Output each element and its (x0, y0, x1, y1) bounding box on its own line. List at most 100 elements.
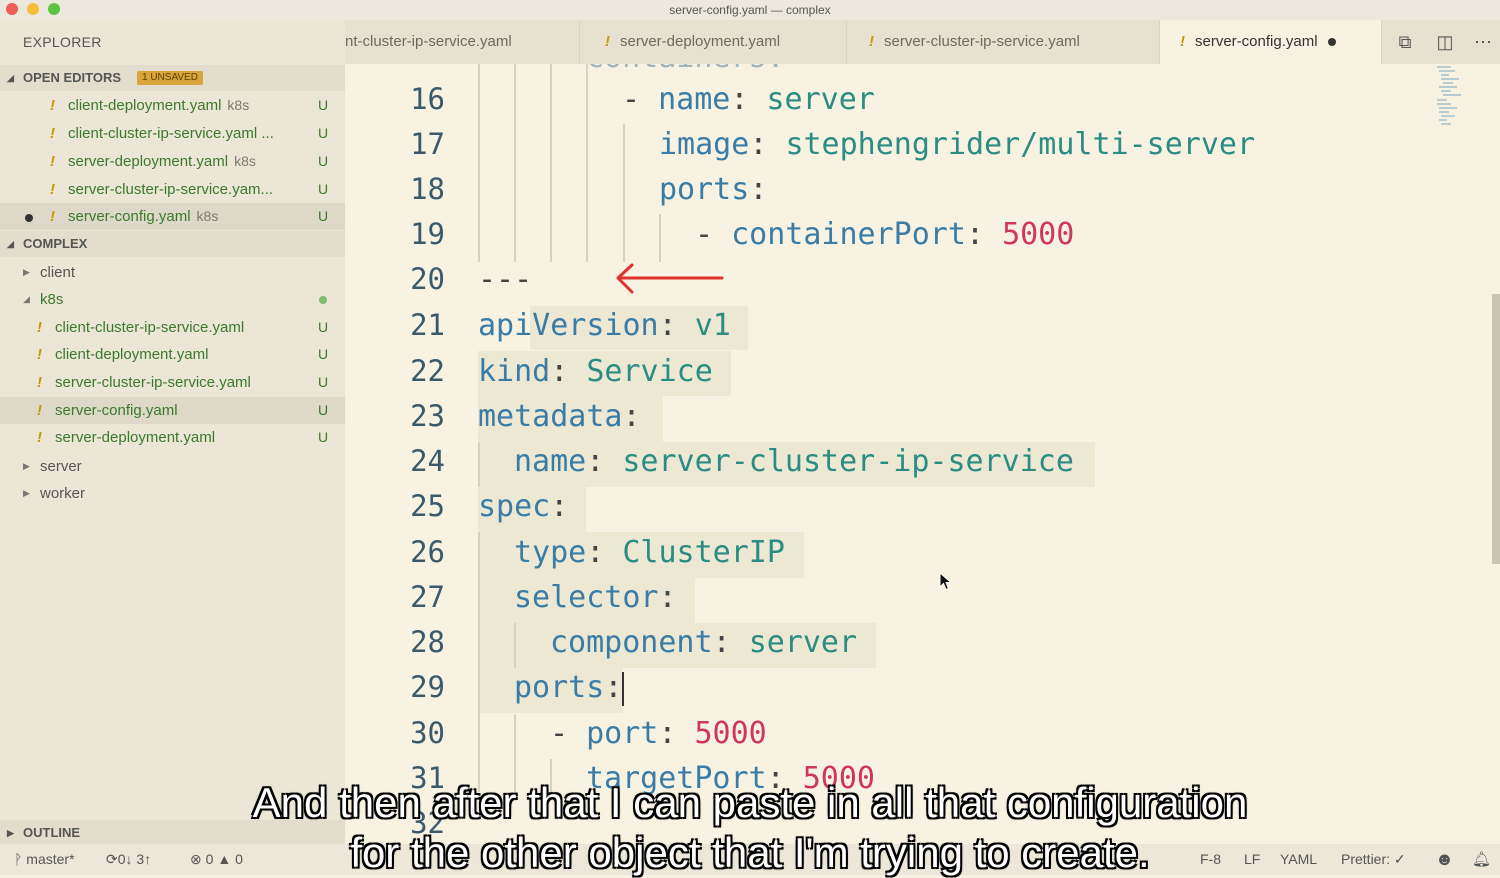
chevron-down-icon: ◢ (7, 73, 14, 83)
code-line-27: selector: (514, 580, 677, 615)
open-editor-item[interactable]: ! server-cluster-ip-service.yam... U (0, 176, 345, 203)
indent-guide (550, 64, 552, 262)
tab-client-cluster-ip-service[interactable]: nt-cluster-ip-service.yaml (345, 20, 580, 64)
project-label: COMPLEX (23, 236, 88, 251)
git-status: U (318, 181, 329, 197)
yaml-file-icon: ! (37, 346, 42, 363)
explorer-sidebar: EXPLORER ◢ OPEN EDITORS 1 UNSAVED ! clie… (0, 20, 345, 846)
git-status: U (318, 125, 329, 141)
more-actions-icon[interactable]: ⋯ (1468, 20, 1498, 64)
window-title: server-config.yaml — complex (669, 3, 831, 17)
folder-worker[interactable]: ▶ worker (0, 480, 345, 507)
indent-guide (514, 623, 516, 668)
file-item[interactable]: ! client-deployment.yaml U (0, 341, 345, 368)
line-number: 22 (410, 354, 445, 388)
tab-server-cluster-ip-service[interactable]: ! server-cluster-ip-service.yaml (847, 20, 1160, 64)
open-editor-item[interactable]: ! client-deployment.yaml k8s U (0, 92, 345, 119)
indent-guide (478, 442, 480, 487)
indent-guide (659, 214, 661, 262)
git-status: U (318, 346, 329, 362)
line-number: 17 (410, 127, 445, 161)
red-arrow-annotation (616, 263, 724, 294)
yaml-file-icon: ! (50, 97, 55, 114)
mouse-pointer-icon (939, 572, 953, 591)
yaml-file-icon: ! (869, 33, 874, 50)
chevron-right-icon: ▶ (23, 461, 30, 471)
open-editors-label: OPEN EDITORS (23, 70, 122, 85)
minimap[interactable] (1435, 64, 1465, 134)
caption-line-2: for the other object that I'm trying to … (350, 829, 1150, 876)
yaml-file-icon: ! (50, 208, 55, 225)
file-folder: k8s (227, 97, 250, 113)
open-editor-item[interactable]: ! client-cluster-ip-service.yaml ... U (0, 120, 345, 147)
yaml-file-icon: ! (50, 153, 55, 170)
caption-line-1: And then after that I can paste in all t… (252, 779, 1248, 826)
open-changes-icon[interactable]: ⧉ (1390, 20, 1420, 64)
code-line-20: --- (478, 262, 533, 297)
code-line-16: - name: server (622, 82, 875, 117)
unsaved-dot-icon[interactable] (25, 214, 33, 222)
file-name: server-cluster-ip-service.yaml (55, 374, 251, 391)
file-item[interactable]: ! server-cluster-ip-service.yaml U (0, 369, 345, 396)
close-window-button[interactable] (6, 3, 18, 15)
code-line-29: ports: (514, 670, 625, 706)
file-folder: k8s (196, 208, 219, 224)
tab-server-config-active[interactable]: ! server-config.yaml (1160, 20, 1382, 64)
minimize-window-button[interactable] (27, 3, 39, 15)
file-folder: k8s (234, 153, 256, 169)
file-name: server-config.yaml (68, 208, 191, 225)
code-line-26: type: ClusterIP (514, 535, 785, 570)
subtitle-caption: And then after that I can paste in all t… (0, 778, 1500, 878)
line-number: 29 (410, 670, 445, 704)
tab-label: server-config.yaml (1195, 33, 1318, 50)
open-editor-item[interactable]: ! server-deployment.yaml k8s U (0, 148, 345, 175)
code-line-18: ports: (659, 172, 768, 207)
chevron-down-icon: ◢ (23, 294, 30, 304)
git-status: U (318, 429, 329, 445)
line-number: 28 (410, 625, 445, 659)
title-bar: server-config.yaml — complex (0, 0, 1500, 20)
folder-label: k8s (40, 291, 64, 308)
line-number: 25 (410, 489, 445, 523)
folder-label: client (40, 264, 76, 281)
open-editor-item-active[interactable]: ! server-config.yaml k8s U (0, 203, 345, 230)
split-editor-icon[interactable]: ◫ (1430, 20, 1460, 64)
file-item[interactable]: ! client-cluster-ip-service.yaml U (0, 314, 345, 341)
line-number: 26 (410, 535, 445, 569)
vertical-scrollbar[interactable] (1492, 294, 1500, 564)
git-status: U (318, 374, 329, 390)
unsaved-badge: 1 UNSAVED (137, 71, 203, 85)
code-line-30: - port: 5000 (550, 716, 767, 751)
code-line-17: image: stephengrider/multi-server (659, 127, 1256, 162)
code-line-21: apiVersion: v1 (478, 308, 731, 343)
modified-dot-icon (319, 296, 327, 304)
open-editors-header[interactable]: ◢ OPEN EDITORS 1 UNSAVED (0, 65, 345, 91)
indent-guide (478, 532, 480, 792)
folder-k8s[interactable]: ◢ k8s (0, 286, 345, 313)
tab-server-deployment[interactable]: ! server-deployment.yaml (580, 20, 847, 64)
tab-label: server-cluster-ip-service.yaml (884, 33, 1080, 50)
indent-guide (586, 64, 588, 262)
git-status: U (318, 208, 329, 224)
tab-label: server-deployment.yaml (620, 33, 781, 50)
folder-server[interactable]: ▶ server (0, 453, 345, 480)
yaml-file-icon: ! (50, 125, 55, 142)
yaml-file-icon: ! (1180, 33, 1185, 50)
project-header[interactable]: ◢ COMPLEX (0, 231, 345, 257)
file-name: server-deployment.yaml (68, 153, 229, 170)
code-line-23: metadata: (478, 399, 641, 434)
line-number: 19 (410, 217, 445, 251)
maximize-window-button[interactable] (48, 3, 60, 15)
git-status: U (318, 402, 329, 418)
file-name: server-deployment.yaml (55, 429, 216, 446)
file-item-selected[interactable]: ! server-config.yaml U (0, 397, 345, 424)
chevron-right-icon: ▶ (23, 267, 30, 277)
code-editor[interactable]: containers: 16 17 18 19 20 21 22 23 24 2… (345, 64, 1500, 844)
line-number: 27 (410, 580, 445, 614)
editor-tabs: nt-cluster-ip-service.yaml ! server-deplo… (345, 20, 1500, 64)
folder-client[interactable]: ▶ client (0, 259, 345, 286)
file-name: client-cluster-ip-service.yaml ... (68, 125, 274, 142)
unsaved-dot-icon[interactable] (1327, 38, 1336, 47)
code-line-25: spec: (478, 489, 569, 524)
file-item[interactable]: ! server-deployment.yaml U (0, 424, 345, 451)
